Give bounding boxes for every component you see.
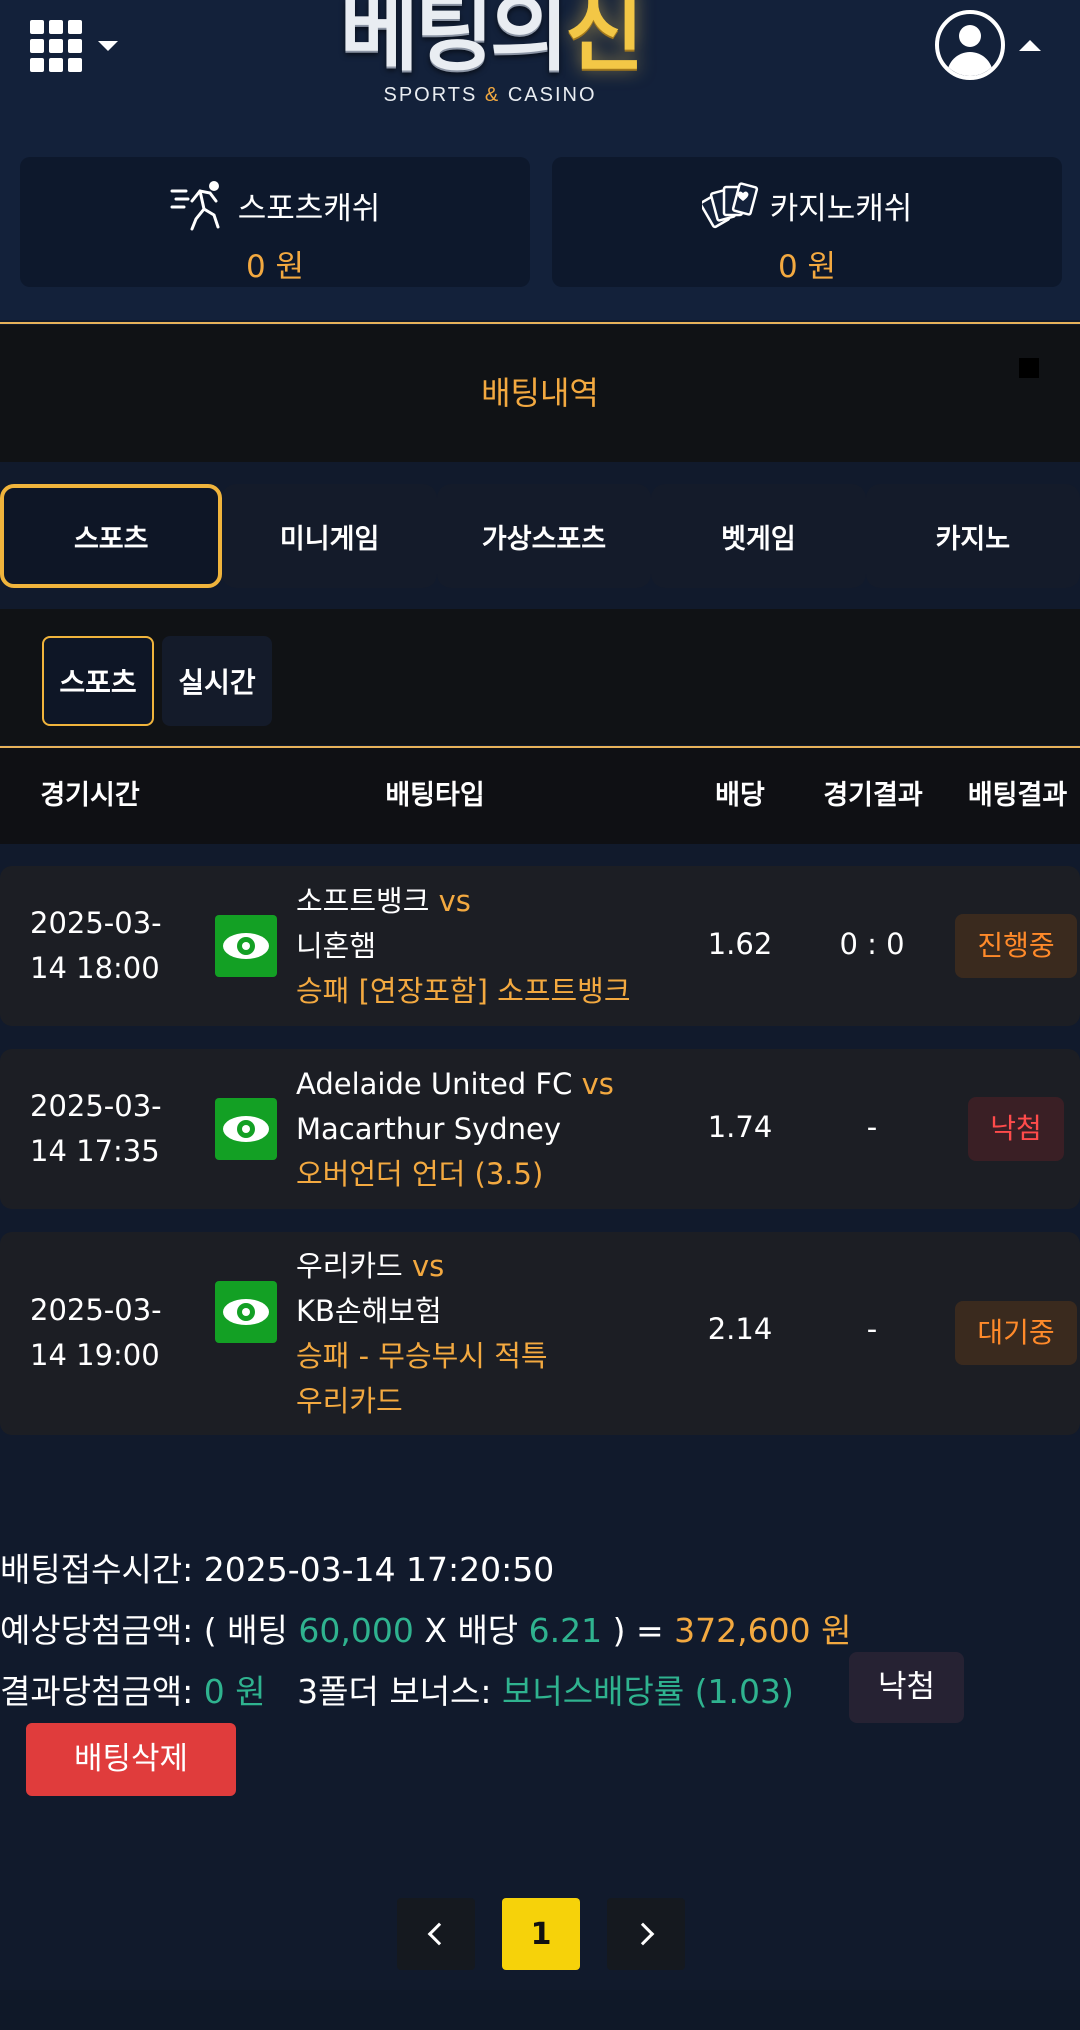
result-winnings: 결과당첨금액: 0 원 3폴더 보너스: 보너스배당률 (1.03) bbox=[0, 1672, 794, 1711]
vs-label: vs bbox=[581, 1067, 614, 1101]
bet-type-pick: 우리카드 bbox=[296, 1384, 403, 1418]
header-game-result: 경기결과 bbox=[823, 780, 923, 811]
view-detail-button[interactable] bbox=[215, 1098, 277, 1160]
playing-cards-icon bbox=[701, 182, 758, 229]
odds-value: 1.74 bbox=[707, 1110, 773, 1144]
game-score: 0 : 0 bbox=[839, 927, 905, 961]
tab-minigame[interactable]: 미니게임 bbox=[222, 484, 437, 588]
site-logo[interactable]: 베팅의신 SPORTS & CASINO bbox=[300, 0, 680, 125]
prev-page-button[interactable] bbox=[397, 1898, 475, 1970]
subtab-sports[interactable]: 스포츠 bbox=[42, 636, 154, 726]
status-badge: 대기중 bbox=[955, 1301, 1077, 1365]
square-marker bbox=[1019, 358, 1039, 378]
view-detail-button[interactable] bbox=[215, 915, 277, 977]
user-circle-icon bbox=[935, 10, 1005, 80]
game-time: 2025-03- 14 17:35 bbox=[30, 1089, 162, 1168]
header-odds: 배당 bbox=[715, 780, 765, 811]
odds-value: 1.62 bbox=[707, 927, 773, 961]
tab-virtual-sports[interactable]: 가상스포츠 bbox=[436, 484, 652, 588]
bet-received-time: 배팅접수시간: 2025-03-14 17:20:50 bbox=[0, 1550, 555, 1589]
view-detail-button[interactable] bbox=[215, 1281, 277, 1343]
bottom-bar bbox=[0, 1990, 1080, 2030]
game-time: 2025-03- 14 19:00 bbox=[30, 1293, 162, 1372]
tab-casino[interactable]: 카지노 bbox=[865, 484, 1080, 588]
bet-type: 승패 - 무승부시 적특 bbox=[296, 1339, 548, 1373]
divider bbox=[0, 322, 1080, 324]
logo-title: 베팅의신 bbox=[339, 0, 645, 83]
subtab-live[interactable]: 실시간 bbox=[162, 636, 272, 726]
running-person-icon bbox=[170, 181, 220, 231]
sports-cash-box[interactable]: 스포츠캐쉬 0 원 bbox=[20, 157, 530, 287]
header: 베팅의신 SPORTS & CASINO 스포츠캐쉬 0 원 카지노캐쉬 0 원 bbox=[0, 0, 1080, 320]
section-title-bar: 배팅내역 bbox=[0, 325, 1080, 462]
match-info: 우리카드 vs KB손해보험 승패 - 무승부시 적특 우리카드 bbox=[296, 1244, 696, 1424]
page-title: 배팅내역 bbox=[481, 374, 599, 412]
caret-up-icon bbox=[1019, 39, 1041, 51]
home-team: Adelaide United FC bbox=[296, 1067, 573, 1101]
vs-label: vs bbox=[411, 1249, 445, 1283]
eye-icon bbox=[223, 933, 269, 959]
game-score: - bbox=[866, 1110, 878, 1144]
home-team: 우리카드 bbox=[296, 1249, 403, 1283]
casino-cash-amount: 0 원 bbox=[777, 249, 837, 285]
away-team: KB손해보험 bbox=[296, 1294, 442, 1328]
table-row: 2025-03- 14 19:00 우리카드 vs KB손해보험 승패 - 무승부… bbox=[0, 1232, 1080, 1435]
odds-value: 2.14 bbox=[707, 1312, 773, 1346]
bet-type: 오버언더 언더 (3.5) bbox=[296, 1157, 544, 1191]
sports-cash-label: 스포츠캐쉬 bbox=[237, 190, 381, 227]
header-game-time: 경기시간 bbox=[40, 780, 140, 811]
status-badge: 낙첨 bbox=[968, 1097, 1064, 1161]
delete-bet-button[interactable]: 배팅삭제 bbox=[26, 1723, 236, 1796]
chevron-left-icon bbox=[427, 1922, 451, 1946]
tab-sports[interactable]: 스포츠 bbox=[0, 484, 223, 588]
table-row: 2025-03- 14 18:00 소프트뱅크 vs 니혼햄 승패 [연장포함] … bbox=[0, 866, 1080, 1026]
casino-cash-box[interactable]: 카지노캐쉬 0 원 bbox=[552, 157, 1062, 287]
sports-cash-amount: 0 원 bbox=[245, 249, 305, 285]
category-tabs: 스포츠 미니게임 가상스포츠 벳게임 카지노 bbox=[0, 484, 1080, 588]
game-score: - bbox=[866, 1312, 878, 1346]
header-bet-type: 배팅타입 bbox=[385, 780, 485, 811]
away-team: 니혼햄 bbox=[296, 929, 377, 963]
menu-button[interactable] bbox=[30, 18, 130, 74]
chevron-right-icon bbox=[631, 1922, 655, 1946]
grid-menu-icon bbox=[30, 20, 82, 72]
bet-type: 승패 [연장포함] 소프트뱅크 bbox=[296, 974, 631, 1008]
match-info: Adelaide United FC vs Macarthur Sydney 오… bbox=[296, 1062, 696, 1197]
tab-betgame[interactable]: 벳게임 bbox=[651, 484, 866, 588]
caret-down-icon bbox=[98, 41, 118, 51]
result-status-chip: 낙첨 bbox=[849, 1652, 964, 1723]
page-number-button[interactable]: 1 bbox=[502, 1898, 580, 1970]
home-team: 소프트뱅크 bbox=[296, 884, 430, 918]
next-page-button[interactable] bbox=[607, 1898, 685, 1970]
table-header: 경기시간 배팅타입 배당 경기결과 배팅결과 bbox=[0, 748, 1080, 844]
eye-icon bbox=[223, 1299, 269, 1325]
header-bet-result: 배팅결과 bbox=[967, 780, 1068, 811]
match-info: 소프트뱅크 vs 니혼햄 승패 [연장포함] 소프트뱅크 bbox=[296, 879, 696, 1014]
casino-cash-label: 카지노캐쉬 bbox=[769, 190, 913, 227]
eye-icon bbox=[223, 1116, 269, 1142]
user-menu-button[interactable] bbox=[935, 8, 1055, 82]
expected-winnings: 예상당첨금액: ( 배팅 60,000 X 배당 6.21 ) = 372,60… bbox=[0, 1611, 852, 1650]
logo-subtitle: SPORTS & CASINO bbox=[383, 84, 597, 106]
sub-tabs-bar: 스포츠 실시간 bbox=[0, 609, 1080, 745]
vs-label: vs bbox=[438, 884, 471, 918]
game-time: 2025-03- 14 18:00 bbox=[30, 906, 162, 985]
status-badge: 진행중 bbox=[955, 914, 1077, 978]
table-row: 2025-03- 14 17:35 Adelaide United FC vs M… bbox=[0, 1049, 1080, 1209]
away-team: Macarthur Sydney bbox=[296, 1112, 562, 1146]
